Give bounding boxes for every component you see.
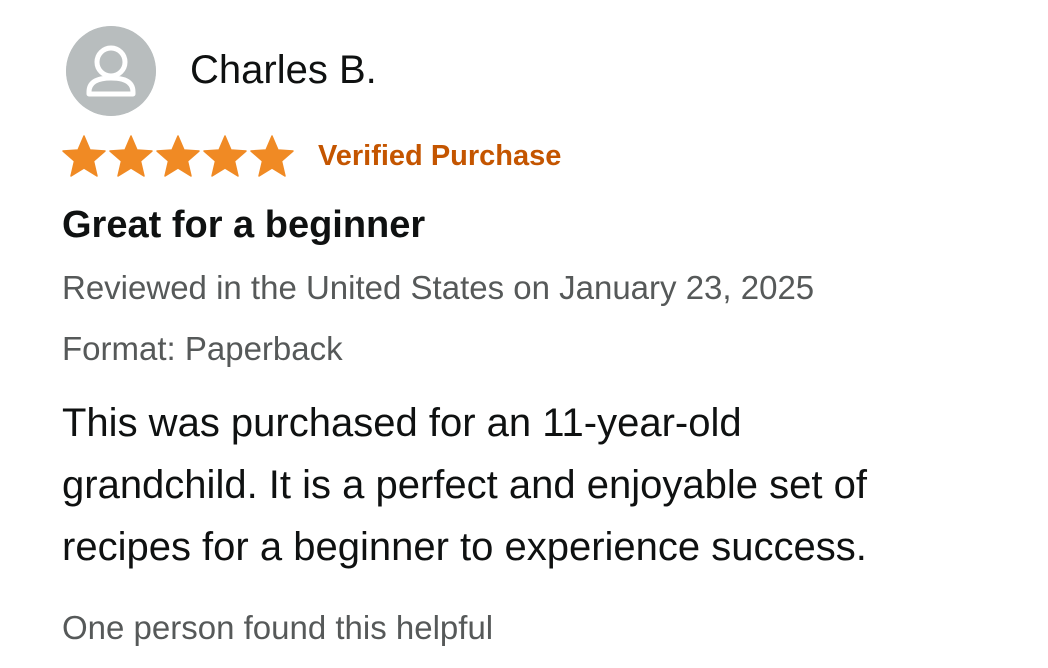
review-body: This was purchased for an 11-year-old gr… <box>62 392 1022 578</box>
star-icon <box>60 134 108 178</box>
review-body-line: recipes for a beginner to experience suc… <box>62 525 867 569</box>
avatar <box>66 26 156 116</box>
star-icon <box>154 134 202 178</box>
customer-review: Charles B. Verified Purchase Great for a… <box>0 0 1048 668</box>
user-silhouette-icon <box>66 26 156 116</box>
star-rating <box>60 134 295 178</box>
star-icon <box>201 134 249 178</box>
product-format[interactable]: Format: Paperback <box>62 329 343 369</box>
review-date: Reviewed in the United States on January… <box>62 269 815 306</box>
reviewer-name[interactable]: Charles B. <box>190 46 377 94</box>
review-title[interactable]: Great for a beginner <box>62 202 425 248</box>
star-icon <box>248 134 296 178</box>
verified-purchase-badge: Verified Purchase <box>318 140 562 172</box>
star-icon <box>107 134 155 178</box>
helpful-count: One person found this helpful <box>62 609 494 646</box>
review-body-line: grandchild. It is a perfect and enjoyabl… <box>62 463 867 507</box>
review-body-line: This was purchased for an 11-year-old <box>62 401 742 445</box>
